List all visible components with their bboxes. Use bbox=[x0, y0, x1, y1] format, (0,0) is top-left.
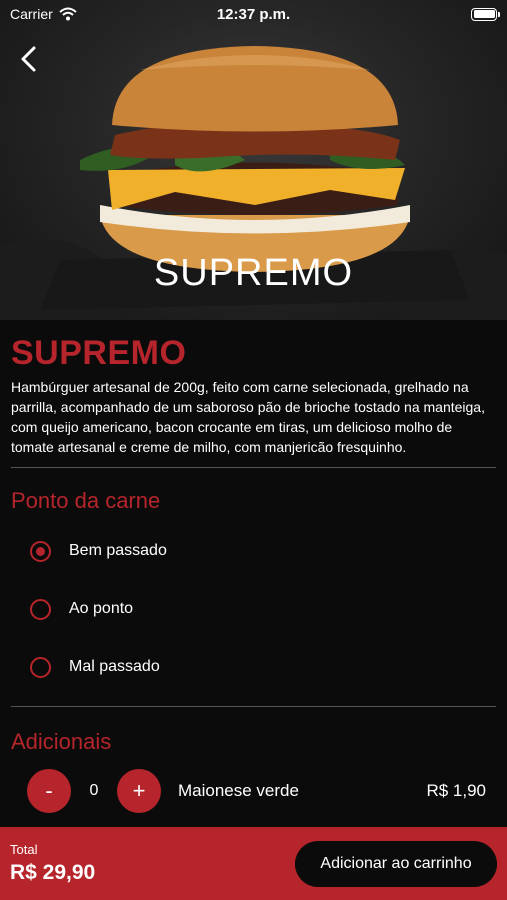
meat-point-options: Bem passado Ao ponto Mal passado bbox=[11, 522, 496, 696]
addons-title: Adicionais bbox=[11, 729, 112, 754]
carrier-label: Carrier bbox=[10, 6, 53, 22]
product-name: SUPREMO bbox=[11, 334, 187, 372]
addon-price: R$ 1,90 bbox=[426, 781, 486, 800]
chevron-left-icon bbox=[21, 46, 36, 72]
addon-quantity: 0 bbox=[89, 782, 99, 799]
radio-icon[interactable] bbox=[30, 598, 51, 620]
option-ao-ponto[interactable]: Ao ponto bbox=[11, 580, 496, 638]
add-to-cart-button[interactable]: Adicionar ao carrinho bbox=[295, 840, 497, 887]
radio-selected-icon[interactable] bbox=[30, 540, 51, 562]
total-label: Total bbox=[10, 842, 38, 857]
option-label: Bem passado bbox=[69, 542, 167, 559]
total-block: Total R$ 29,90 bbox=[10, 842, 95, 885]
addon-name: Maionese verde bbox=[178, 781, 299, 800]
option-bem-passado[interactable]: Bem passado bbox=[11, 522, 496, 580]
back-button[interactable] bbox=[14, 44, 44, 74]
option-mal-passado[interactable]: Mal passado bbox=[11, 638, 496, 696]
radio-icon[interactable] bbox=[30, 656, 51, 678]
wifi-icon bbox=[59, 7, 77, 21]
divider bbox=[11, 467, 496, 468]
hero-title: SUPREMO bbox=[153, 252, 354, 294]
increment-button[interactable]: + bbox=[117, 769, 161, 813]
option-label: Mal passado bbox=[69, 658, 160, 675]
hero-image: SUPREMO bbox=[0, 0, 507, 320]
battery-icon bbox=[471, 7, 500, 21]
addon-item: - 0 + Maionese verde R$ 1,90 bbox=[11, 769, 496, 813]
option-label: Ao ponto bbox=[69, 600, 134, 617]
product-details: SUPREMO Hambúrguer artesanal de 200g, fe… bbox=[0, 320, 507, 813]
total-value: R$ 29,90 bbox=[10, 861, 96, 884]
meat-point-title: Ponto da carne bbox=[11, 488, 161, 513]
decrement-button[interactable]: - bbox=[27, 769, 71, 813]
product-description: Hambúrguer artesanal de 200g, feito com … bbox=[11, 379, 485, 455]
divider bbox=[11, 706, 496, 707]
checkout-bar: Total R$ 29,90 Adicionar ao carrinho bbox=[0, 827, 507, 900]
status-time: 12:37 p.m. bbox=[216, 5, 291, 23]
status-bar: Carrier 12:37 p.m. bbox=[0, 0, 507, 28]
